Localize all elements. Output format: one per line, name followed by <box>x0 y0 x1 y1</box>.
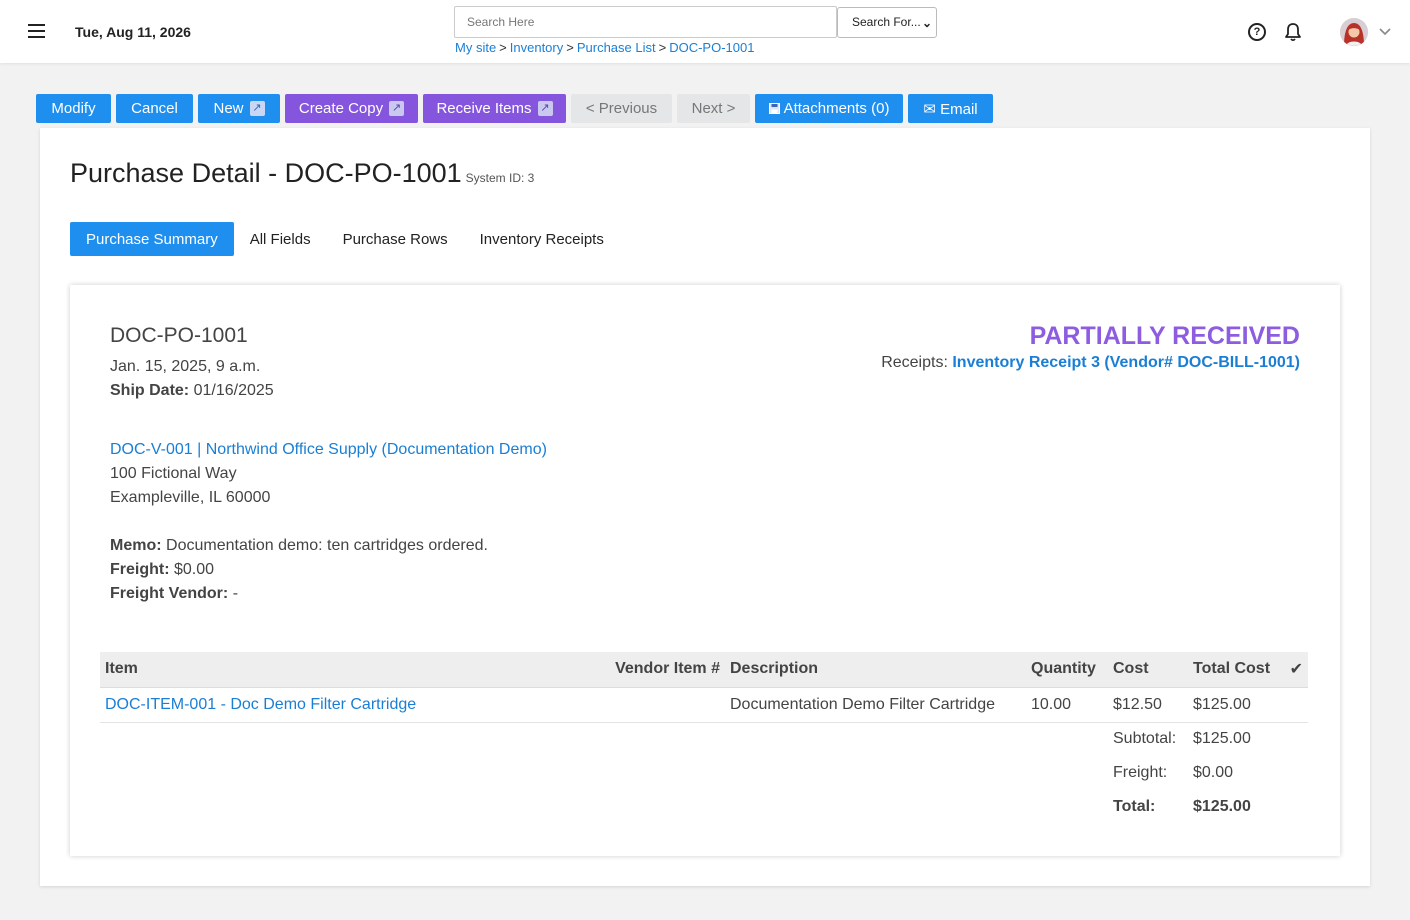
breadcrumb-separator: > <box>499 40 507 55</box>
col-vendor-item: Vendor Item # <box>605 652 725 688</box>
memo-value: Documentation demo: ten cartridges order… <box>166 537 488 554</box>
floppy-disk-icon <box>768 103 780 114</box>
ship-date-value: 01/16/2025 <box>193 382 274 399</box>
col-description: Description <box>725 652 1026 688</box>
page-title: Purchase Detail - DOC-PO-1001 System ID: … <box>70 158 534 189</box>
create-copy-button[interactable]: Create Copy ↗ <box>285 94 418 123</box>
receipts: Receipts: Inventory Receipt 3 (Vendor# D… <box>881 354 1300 372</box>
modify-button[interactable]: Modify <box>36 94 111 123</box>
subtotal-label: Subtotal: <box>1113 730 1177 748</box>
new-button[interactable]: New ↗ <box>198 94 280 123</box>
freight-label: Freight: <box>110 561 170 578</box>
col-cost: Cost <box>1108 652 1188 688</box>
tab-all-fields[interactable]: All Fields <box>234 222 327 256</box>
attachments-button[interactable]: Attachments (0) <box>755 94 903 123</box>
chevron-down-icon: ⌄ <box>921 16 932 30</box>
total-cost-cell: $125.00 <box>1188 687 1278 723</box>
po-date: Jan. 15, 2025, 9 a.m. <box>110 358 261 375</box>
new-button-label: New <box>213 100 244 117</box>
previous-button[interactable]: < Previous <box>571 94 672 123</box>
email-button[interactable]: ✉ Email <box>908 94 993 123</box>
description-cell: Documentation Demo Filter Cartridge <box>725 687 1026 723</box>
purchase-summary-card: DOC-PO-1001 Jan. 15, 2025, 9 a.m. Ship D… <box>70 285 1340 856</box>
action-toolbar: Modify Cancel New ↗ Create Copy ↗ Receive … <box>36 94 993 123</box>
table-header-row: Item Vendor Item # Description Quantity … <box>100 652 1308 688</box>
po-number: DOC-PO-1001 <box>110 324 248 347</box>
quantity-cell: 10.00 <box>1026 687 1108 723</box>
breadcrumb-my-site[interactable]: My site <box>455 40 496 55</box>
avatar-image <box>1340 18 1368 46</box>
memo-label: Memo: <box>110 537 162 554</box>
system-id: System ID: 3 <box>465 171 535 185</box>
next-button[interactable]: Next > <box>677 94 750 123</box>
breadcrumb-purchase-list[interactable]: Purchase List <box>577 40 656 55</box>
total-row: Total: $125.00 <box>100 790 1308 824</box>
subtotal-row: Subtotal: $125.00 <box>100 722 1308 756</box>
external-link-icon: ↗ <box>389 101 405 116</box>
total-value: $125.00 <box>1193 798 1251 815</box>
freight-vendor-label: Freight Vendor: <box>110 585 229 602</box>
vendor-address-line2: Exampleville, IL 60000 <box>110 489 271 506</box>
vendor-item-cell <box>605 687 725 723</box>
receipts-label: Receipts: <box>881 354 948 371</box>
status-badge: PARTIALLY RECEIVED <box>1029 322 1300 350</box>
freight-total-label: Freight: <box>1113 764 1168 781</box>
bell-icon[interactable] <box>1284 22 1302 42</box>
create-copy-label: Create Copy <box>298 100 384 117</box>
user-avatar[interactable] <box>1340 18 1368 46</box>
check-cell <box>1278 687 1308 723</box>
col-check: ✔ <box>1278 652 1308 688</box>
item-link[interactable]: DOC-ITEM-001 - Doc Demo Filter Cartridge <box>105 696 416 713</box>
freight-vendor-value: - <box>232 585 239 602</box>
receipt-link[interactable]: Inventory Receipt 3 (Vendor# DOC-BILL-10… <box>952 354 1300 371</box>
items-table: Item Vendor Item # Description Quantity … <box>100 652 1308 824</box>
search-input[interactable] <box>454 6 837 38</box>
attachments-label: Attachments (0) <box>783 100 890 117</box>
col-total-cost: Total Cost <box>1188 652 1278 688</box>
memo: Memo: Documentation demo: ten cartridges… <box>110 537 488 555</box>
total-label: Total: <box>1113 798 1156 815</box>
cost-cell: $12.50 <box>1108 687 1188 723</box>
col-quantity: Quantity <box>1026 652 1108 688</box>
vendor-address-line1: 100 Fictional Way <box>110 465 237 482</box>
chevron-down-icon[interactable] <box>1378 24 1392 38</box>
freight-value: $0.00 <box>174 561 215 578</box>
ship-date: Ship Date: 01/16/2025 <box>110 382 274 400</box>
help-icon[interactable]: ? <box>1248 23 1266 41</box>
page-title-text: Purchase Detail - DOC-PO-1001 <box>70 158 462 188</box>
breadcrumb-inventory[interactable]: Inventory <box>510 40 563 55</box>
hamburger-menu-icon[interactable] <box>28 24 45 38</box>
receive-items-button[interactable]: Receive Items ↗ <box>423 94 566 123</box>
freight-vendor: Freight Vendor: - <box>110 585 238 603</box>
breadcrumb-separator: > <box>658 40 667 55</box>
external-link-icon: ↗ <box>537 101 553 116</box>
breadcrumb-current[interactable]: DOC-PO-1001 <box>669 40 754 55</box>
tab-bar: Purchase Summary All Fields Purchase Row… <box>70 222 620 256</box>
vendor-link[interactable]: DOC-V-001 | Northwind Office Supply (Doc… <box>110 441 547 459</box>
current-date: Tue, Aug 11, 2026 <box>75 24 191 40</box>
cancel-button[interactable]: Cancel <box>116 94 193 123</box>
freight-row: Freight: $0.00 <box>100 756 1308 790</box>
breadcrumb: My site > Inventory > Purchase List > DOC-PO-1… <box>455 40 754 55</box>
main-panel: Purchase Detail - DOC-PO-1001 System ID: … <box>40 128 1370 886</box>
receive-items-label: Receive Items <box>436 100 532 117</box>
top-bar: Tue, Aug 11, 2026 Search For... ⌄ My sit… <box>0 0 1410 63</box>
freight-total-value: $0.00 <box>1193 764 1234 781</box>
freight: Freight: $0.00 <box>110 561 214 579</box>
search-for-select[interactable]: Search For... ⌄ <box>837 7 937 38</box>
tab-purchase-rows[interactable]: Purchase Rows <box>327 222 464 256</box>
breadcrumb-separator: > <box>566 40 574 55</box>
subtotal-value: $125.00 <box>1193 730 1251 748</box>
col-item: Item <box>100 652 605 688</box>
search-for-label: Search For... <box>852 15 921 29</box>
ship-date-label: Ship Date: <box>110 382 190 399</box>
external-link-icon: ↗ <box>249 101 265 116</box>
tab-purchase-summary[interactable]: Purchase Summary <box>70 222 234 256</box>
tab-inventory-receipts[interactable]: Inventory Receipts <box>464 222 620 256</box>
table-row: DOC-ITEM-001 - Doc Demo Filter Cartridge… <box>100 687 1308 723</box>
